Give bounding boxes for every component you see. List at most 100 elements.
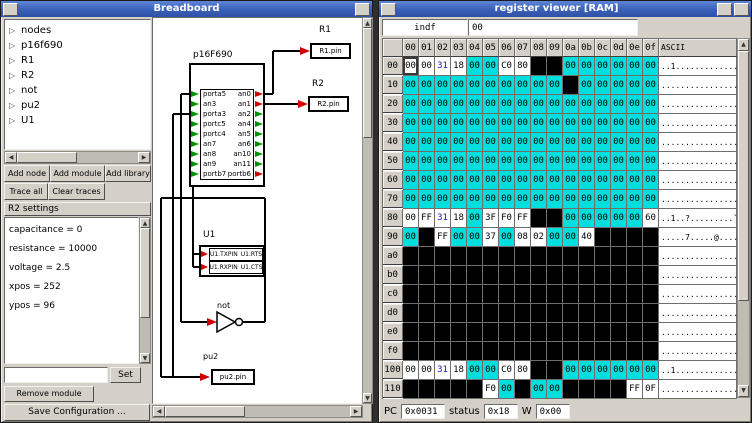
ram-cell[interactable]: 00 [611, 190, 627, 209]
ram-cell[interactable]: 31 [435, 57, 451, 76]
ram-cell[interactable] [563, 247, 579, 266]
ram-cell[interactable] [499, 342, 515, 361]
ram-cell[interactable] [451, 285, 467, 304]
ram-cell[interactable] [451, 323, 467, 342]
ram-cell[interactable]: 00 [611, 209, 627, 228]
ram-cell[interactable]: 31 [435, 209, 451, 228]
ram-cell[interactable]: 00 [611, 133, 627, 152]
ram-cell[interactable] [483, 266, 499, 285]
ram-cell[interactable]: 00 [403, 228, 419, 247]
ram-cell[interactable]: 00 [499, 228, 515, 247]
ram-cell[interactable]: 00 [467, 209, 483, 228]
ram-cell[interactable] [579, 266, 595, 285]
ram-cell[interactable]: 00 [531, 133, 547, 152]
add-library-button[interactable]: Add library [105, 165, 151, 182]
ram-cell[interactable] [595, 247, 611, 266]
expand-arrow-icon[interactable]: ▷ [9, 83, 17, 98]
ram-cell[interactable] [579, 304, 595, 323]
ram-cell[interactable] [515, 247, 531, 266]
ram-cell[interactable] [515, 304, 531, 323]
ram-cell[interactable] [515, 342, 531, 361]
ram-cell[interactable]: 00 [627, 114, 643, 133]
ram-cell[interactable]: 00 [403, 133, 419, 152]
ram-cell[interactable] [547, 266, 563, 285]
ram-cell[interactable] [563, 76, 579, 95]
attribute-entry[interactable] [4, 367, 108, 383]
ram-cell[interactable]: 00 [579, 76, 595, 95]
ram-cell[interactable] [627, 228, 643, 247]
scroll-down-icon[interactable]: ▼ [140, 353, 150, 363]
status-value-field[interactable] [484, 404, 518, 419]
ram-cell[interactable]: 0F [643, 380, 659, 399]
tree-hscrollbar[interactable]: ◀ ▶ [4, 151, 151, 164]
ram-cell[interactable] [403, 323, 419, 342]
expand-arrow-icon[interactable]: ▷ [9, 23, 17, 38]
ram-cell[interactable]: 00 [579, 361, 595, 380]
ram-cell[interactable] [467, 304, 483, 323]
ram-cell[interactable]: 00 [643, 361, 659, 380]
ram-cell[interactable] [579, 323, 595, 342]
canvas-hscrollbar[interactable]: ◀ ▶ [152, 405, 363, 418]
ram-cell[interactable]: 00 [547, 133, 563, 152]
ram-cell[interactable]: 3F [483, 209, 499, 228]
ram-cell[interactable]: 00 [419, 171, 435, 190]
ram-cell[interactable]: 00 [579, 171, 595, 190]
ram-cell[interactable]: 00 [531, 380, 547, 399]
ram-cell[interactable]: 00 [499, 95, 515, 114]
ram-cell[interactable] [515, 323, 531, 342]
ram-cell[interactable]: 00 [627, 152, 643, 171]
attribute-ypos[interactable]: ypos = 96 [5, 297, 138, 316]
ram-vscrollbar[interactable]: ▲ ▼ [737, 38, 750, 398]
ram-cell[interactable] [547, 342, 563, 361]
u1-tx-pin-box[interactable]: U1.TXPIN U1.RTS [209, 248, 263, 261]
ram-cell[interactable]: 00 [467, 76, 483, 95]
ram-cell[interactable]: 00 [595, 152, 611, 171]
attribute-capacitance[interactable]: capacitance = 0 [5, 221, 138, 240]
ram-cell[interactable]: 00 [467, 114, 483, 133]
ram-cell[interactable]: 00 [563, 114, 579, 133]
tree-item-nodes[interactable]: ▷nodes [5, 23, 150, 38]
ram-cell[interactable]: 00 [435, 152, 451, 171]
tree-item-not[interactable]: ▷not [5, 83, 150, 98]
ram-cell[interactable]: 80 [515, 57, 531, 76]
remove-module-button[interactable]: Remove module [4, 386, 94, 402]
ram-cell[interactable] [547, 361, 563, 380]
ram-cell[interactable] [547, 209, 563, 228]
ram-cell[interactable]: 00 [531, 95, 547, 114]
ram-cell[interactable]: 00 [547, 171, 563, 190]
ram-cell[interactable]: FF [627, 380, 643, 399]
ram-cell[interactable]: 00 [643, 57, 659, 76]
expand-arrow-icon[interactable]: ▷ [9, 38, 17, 53]
ram-cell[interactable] [643, 266, 659, 285]
ram-cell[interactable] [579, 380, 595, 399]
attribute-voltage[interactable]: voltage = 2.5 [5, 259, 138, 278]
ram-cell[interactable] [435, 304, 451, 323]
ram-cell[interactable] [435, 380, 451, 399]
ram-cell[interactable]: 00 [451, 171, 467, 190]
ram-cell[interactable]: 00 [467, 133, 483, 152]
ram-cell[interactable]: 00 [419, 152, 435, 171]
tree-item-u1[interactable]: ▷U1 [5, 113, 150, 128]
ram-cell[interactable] [483, 304, 499, 323]
ram-cell[interactable] [531, 266, 547, 285]
ram-cell[interactable] [627, 323, 643, 342]
ram-cell[interactable] [483, 285, 499, 304]
ram-cell[interactable] [419, 342, 435, 361]
add-node-button[interactable]: Add node [4, 165, 50, 182]
ram-cell[interactable] [643, 323, 659, 342]
ram-cell[interactable]: 00 [419, 361, 435, 380]
ram-cell[interactable] [483, 247, 499, 266]
ram-cell[interactable]: 18 [451, 361, 467, 380]
ram-cell[interactable]: 00 [531, 76, 547, 95]
ram-cell[interactable] [403, 304, 419, 323]
ram-cell[interactable] [483, 323, 499, 342]
ram-cell[interactable]: 31 [435, 361, 451, 380]
ram-cell[interactable]: 00 [547, 114, 563, 133]
ram-cell[interactable] [419, 304, 435, 323]
ram-cell[interactable]: 00 [611, 57, 627, 76]
ram-cell[interactable] [483, 342, 499, 361]
ram-cell[interactable] [515, 266, 531, 285]
ram-cell[interactable]: 00 [531, 190, 547, 209]
ram-cell[interactable] [531, 361, 547, 380]
scroll-down-icon[interactable]: ▼ [363, 393, 372, 403]
